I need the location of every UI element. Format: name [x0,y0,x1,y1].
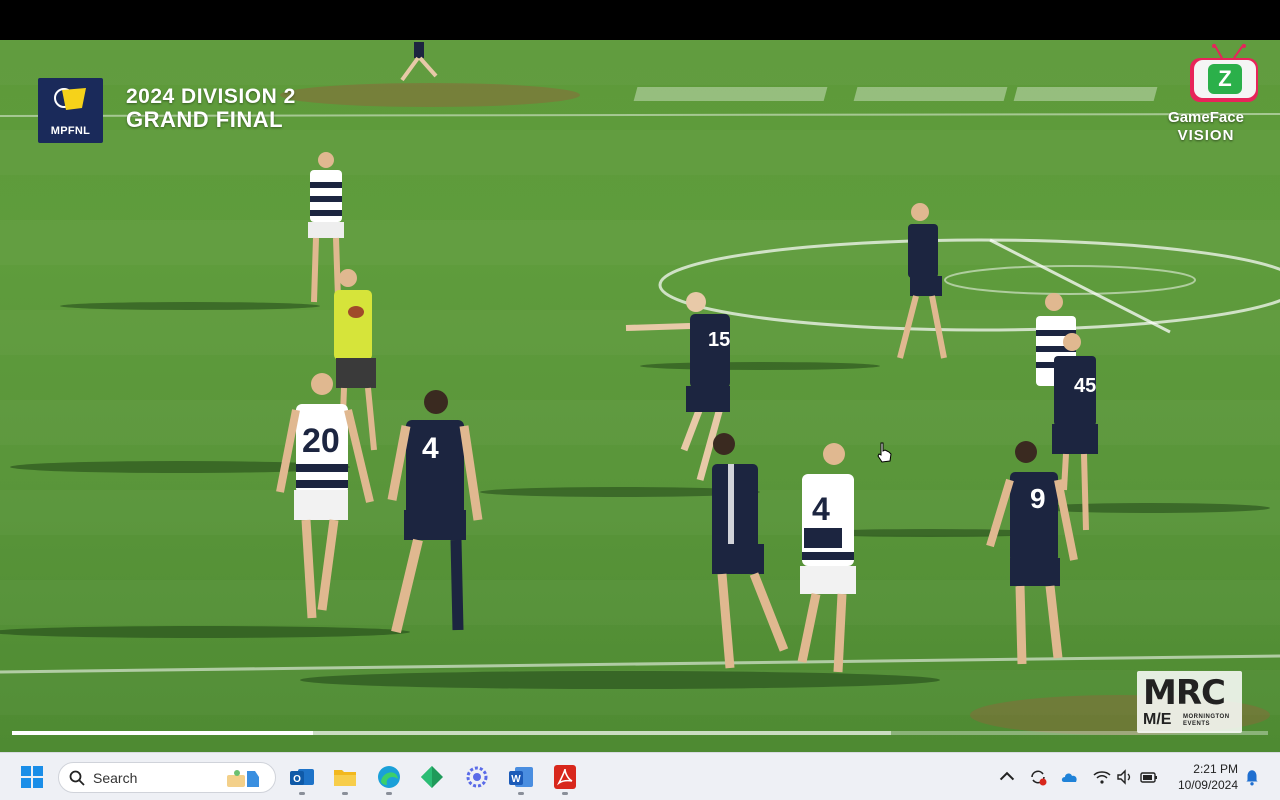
svg-text:4: 4 [422,432,439,465]
clock-date: 10/09/2024 [1177,778,1238,792]
svg-text:O: O [293,774,301,785]
event-title-line2: GRAND FINAL [126,107,284,133]
notification-bell-icon[interactable] [1243,768,1261,786]
taskbar-edge[interactable] [373,761,405,795]
broadcaster-sub: VISION [1177,127,1235,144]
svg-text:9: 9 [1030,483,1046,514]
taskbar-app-gear[interactable] [461,761,493,793]
outlook-icon: O [290,769,314,785]
taskbar-word[interactable]: W [505,761,537,795]
acrobat-icon [554,765,576,789]
taskbar-acrobat[interactable] [549,761,581,795]
svg-text:W: W [511,774,521,785]
onedrive-icon[interactable] [1061,768,1079,786]
broadcaster-logo: Z GameFace VISION [1150,10,1260,144]
file-explorer-icon [334,770,356,786]
running-indicator [562,792,568,795]
taskbar-file-explorer[interactable] [329,761,361,795]
svg-text:Z: Z [1218,66,1231,91]
video-player[interactable]: 15 45 20 4 4 9 [0,40,1280,752]
taskbar-app-diamond[interactable] [416,761,448,793]
league-abbreviation: MPFNL [50,125,91,137]
event-title-line1: 2024 DIVISION 2 [126,85,296,108]
edge-icon [378,766,400,788]
taskbar: Search O W 2:21 PM 10/09/2024 [0,752,1280,800]
league-emblem-icon [54,88,86,110]
letterbox-top [0,0,1280,40]
system-clock[interactable]: 2:21 PM 10/09/2024 [1168,761,1238,793]
clock-time: 2:21 PM [1193,762,1238,776]
sync-icon[interactable] [1029,768,1047,786]
volume-icon[interactable] [1116,768,1134,786]
running-indicator [299,792,305,795]
start-button[interactable] [16,761,48,793]
jersey-number: 45 [1074,375,1096,397]
played-fill [12,731,314,735]
svg-text:4: 4 [812,491,830,527]
svg-text:15: 15 [708,329,730,351]
battery-icon[interactable] [1140,768,1158,786]
start-icon [21,766,43,788]
football-field-scene: 15 45 20 4 4 9 [0,40,1280,752]
search-placeholder: Search [93,769,138,786]
producer-me: M/E [1143,711,1172,728]
running-indicator [386,792,392,795]
producer-logo: MRC M/E MORNINGTON EVENTS [1137,671,1242,733]
search-icon [69,770,85,786]
screen: 15 45 20 4 4 9 MPFNL 2024 DIVISION 2 GRA… [0,0,1280,800]
taskbar-outlook[interactable]: O [286,761,318,795]
league-logo: MPFNL [38,78,103,143]
video-progress-bar[interactable] [12,731,1268,735]
app-gear-icon [466,766,488,788]
producer-subtitle: MORNINGTON EVENTS [1183,714,1230,728]
running-indicator [342,792,348,795]
taskbar-search[interactable]: Search [58,762,276,793]
producer-name: MRC [1143,673,1226,713]
broadcaster-name: GameFace [1168,109,1244,126]
search-highlight-icon [227,770,259,787]
wifi-icon[interactable] [1093,768,1111,786]
hand-cursor-icon [877,442,892,463]
tv-icon: Z [1190,44,1258,102]
chevron-up-icon[interactable] [998,768,1016,786]
word-icon: W [509,767,533,787]
app-diamond-icon [421,766,443,788]
event-title: 2024 DIVISION 2 GRAND FINAL [126,85,296,133]
running-indicator [518,792,524,795]
svg-text:20: 20 [302,422,340,460]
